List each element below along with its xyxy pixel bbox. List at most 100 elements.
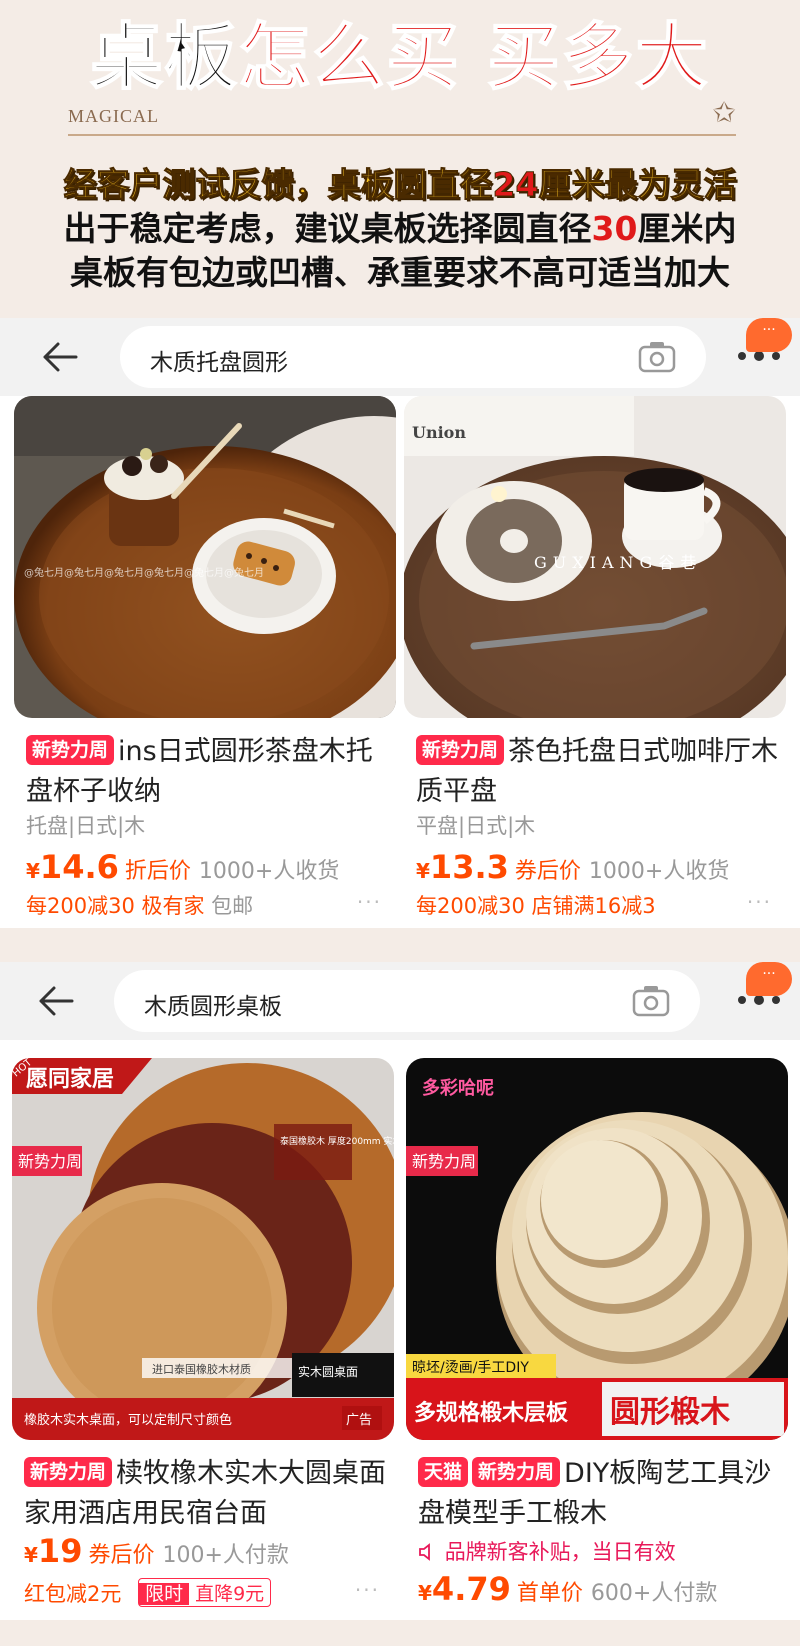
search-bar-2: 木质圆形桌板 ··· <box>0 962 800 1040</box>
price-label: 折后价 <box>124 859 191 884</box>
price-label: 券后价 <box>88 1543 155 1568</box>
camera-icon[interactable] <box>632 984 670 1018</box>
image-watermark: GUXIANG谷巷 <box>534 553 702 572</box>
image-badge: 新势力周 <box>18 1152 82 1171</box>
price-value: 14.6 <box>39 848 119 886</box>
product-title: 新势力周 茶色托盘日式咖啡厅木质平盘 <box>416 732 782 812</box>
product-image[interactable]: 愿同家居 HOT 新势力周 泰国橡胶木 厚度200mm 实木不贴皮 进口泰国橡胶… <box>12 1058 394 1440</box>
sold-count: 600+人付款 <box>590 1581 718 1606</box>
box-print-text: Union <box>412 423 466 442</box>
camera-icon[interactable] <box>638 340 676 374</box>
price-row: ¥13.3 券后价 1000+人收货 <box>416 848 729 886</box>
brand-divider <box>68 134 736 136</box>
speaker-icon <box>419 1543 430 1561</box>
new-power-week-tag: 新势力周 <box>472 1457 561 1487</box>
price-row: ¥4.79 首单价 600+人付款 <box>418 1570 717 1608</box>
headline-red-text: 怎么买 买多大 <box>237 13 710 100</box>
product-title: 天猫 新势力周 DIY板陶艺工具沙盘模型手工椴木 <box>418 1454 784 1534</box>
new-power-week-tag: 新势力周 <box>24 1457 113 1487</box>
promo-text: 红包减2元 <box>24 1582 122 1606</box>
tmall-tag: 天猫 <box>418 1457 469 1487</box>
usage-tags: 晾坯/烫画/手工DIY <box>412 1360 529 1376</box>
more-icon[interactable]: ··· <box>747 890 772 914</box>
notice-text: 品牌新客补贴，当日有效 <box>444 1540 676 1564</box>
product-image[interactable]: Union GUXIANG谷巷 <box>404 396 786 718</box>
material-label: 进口泰国橡胶木材质 <box>152 1362 251 1376</box>
search-query-text: 木质圆形桌板 <box>144 994 282 1020</box>
promo-row: 每200减30 店铺满16减3 <box>416 890 656 920</box>
message-bubble-icon[interactable]: ··· <box>746 318 792 352</box>
brand-label: MAGICAL <box>68 106 159 126</box>
product-image[interactable]: @兔七月@兔七月@兔七月@兔七月@兔七月@兔七月 <box>14 396 396 718</box>
product-attributes: 托盘|日式|木 <box>26 814 146 838</box>
brand-logo: 多彩哈呢 <box>422 1077 494 1099</box>
shipping-text: 包邮 <box>211 894 254 918</box>
search-input[interactable]: 木质圆形桌板 <box>114 970 700 1032</box>
spec-note: 泰国橡胶木 厚度200mm 实木不贴皮 <box>280 1135 394 1147</box>
back-arrow-icon[interactable] <box>40 340 80 374</box>
sold-count: 1000+人收货 <box>588 859 730 884</box>
timer-label: 限时 <box>139 1583 190 1605</box>
tagline-2: 出于稳定考虑，建议桌板选择圆直径30厘米内 <box>0 208 800 250</box>
product-attributes: 平盘|日式|木 <box>416 814 536 838</box>
sold-count: 1000+人收货 <box>198 859 340 884</box>
promo-row: 红包减2元 限时 直降9元 <box>24 1578 272 1608</box>
product-grid-2: 愿同家居 HOT 新势力周 泰国橡胶木 厚度200mm 实木不贴皮 进口泰国橡胶… <box>0 1040 800 1620</box>
brand-subsidy-notice: 品牌新客补贴，当日有效 <box>418 1536 676 1566</box>
tagline-1: 经客户测试反馈，桌板圆直径24厘米最为灵活 <box>0 164 800 206</box>
corner-label: 实木圆桌面 <box>298 1364 358 1379</box>
headline-black-text: 桌板 <box>89 13 239 100</box>
more-icon[interactable]: ··· <box>355 1578 380 1602</box>
tagline-2-num: 30 <box>591 209 638 248</box>
price-value: 19 <box>37 1532 83 1570</box>
tagline-1-b: 厘米最为灵活 <box>538 165 737 205</box>
section-separator <box>0 928 800 962</box>
bottom-padding <box>0 1620 800 1646</box>
price-row: ¥19 券后价 100+人付款 <box>24 1532 289 1570</box>
price-value: 4.79 <box>431 1570 511 1608</box>
banner-headline: 桌板怎么买 买多大 <box>0 12 800 102</box>
currency-symbol: ¥ <box>24 1543 38 1567</box>
product-image[interactable]: 多彩哈呢 新势力周 晾坯/烫画/手工DIY 多规格椴木层板 圆形椴木 <box>406 1058 788 1440</box>
promo-text: 每200减30 极有家 <box>26 894 205 918</box>
sold-count: 100+人付款 <box>162 1543 289 1568</box>
tagline-2-a: 出于稳定考虑，建议桌板选择圆直径 <box>63 209 592 248</box>
search-query-text: 木质托盘圆形 <box>150 350 288 376</box>
brand-row: MAGICAL ✩ <box>68 96 736 136</box>
product-title-text: DIY板陶艺工具沙盘模型手工椴木 <box>418 1458 772 1529</box>
image-bottom-caption: 橡胶木实木桌面，可以定制尺寸颜色 <box>24 1412 232 1428</box>
price-label: 券后价 <box>514 859 581 884</box>
timer-value: 直降9元 <box>195 1583 265 1605</box>
more-icon[interactable]: ··· <box>357 890 382 914</box>
message-bubble-icon[interactable]: ··· <box>746 962 792 996</box>
image-watermark: @兔七月@兔七月@兔七月@兔七月@兔七月@兔七月 <box>24 566 264 579</box>
limited-time-badge: 限时 直降9元 <box>138 1578 272 1607</box>
currency-symbol: ¥ <box>26 859 40 883</box>
image-right-caption: 圆形椴木 <box>610 1395 730 1430</box>
price-value: 13.3 <box>429 848 509 886</box>
image-badge: 新势力周 <box>412 1152 476 1171</box>
product-title: 新势力周 ins日式圆形茶盘木托盘杯子收纳 <box>26 732 392 812</box>
ad-label: 广告 <box>346 1413 372 1428</box>
currency-symbol: ¥ <box>416 859 430 883</box>
search-bar-1: 木质托盘圆形 ··· <box>0 318 800 396</box>
price-label: 首单价 <box>516 1581 583 1606</box>
price-row: ¥14.6 折后价 1000+人收货 <box>26 848 339 886</box>
search-input[interactable]: 木质托盘圆形 <box>120 326 706 388</box>
promo-banner: 桌板怎么买 买多大 MAGICAL ✩ 经客户测试反馈，桌板圆直径24厘米最为灵… <box>0 0 800 318</box>
store-name: 愿同家居 <box>26 1066 114 1092</box>
back-arrow-icon[interactable] <box>36 984 76 1018</box>
new-power-week-tag: 新势力周 <box>416 735 505 765</box>
image-left-caption: 多规格椴木层板 <box>414 1400 569 1426</box>
tagline-2-b: 厘米内 <box>637 209 737 248</box>
promo-text: 每200减30 店铺满16减3 <box>416 894 656 918</box>
product-grid-1: @兔七月@兔七月@兔七月@兔七月@兔七月@兔七月 新势力周 ins日式圆形茶盘木托… <box>0 396 800 928</box>
tagline-1-num: 24 <box>492 165 539 205</box>
currency-symbol: ¥ <box>418 1581 432 1605</box>
tagline-1-a: 经客户测试反馈，桌板圆直径 <box>63 165 493 205</box>
star-icon: ✩ <box>712 96 736 129</box>
product-title: 新势力周 椟牧橡木实木大圆桌面家用酒店用民宿台面 <box>24 1454 390 1534</box>
promo-row: 每200减30 极有家 包邮 <box>26 890 253 920</box>
new-power-week-tag: 新势力周 <box>26 735 115 765</box>
tagline-3: 桌板有包边或凹槽、承重要求不高可适当加大 <box>70 253 730 292</box>
